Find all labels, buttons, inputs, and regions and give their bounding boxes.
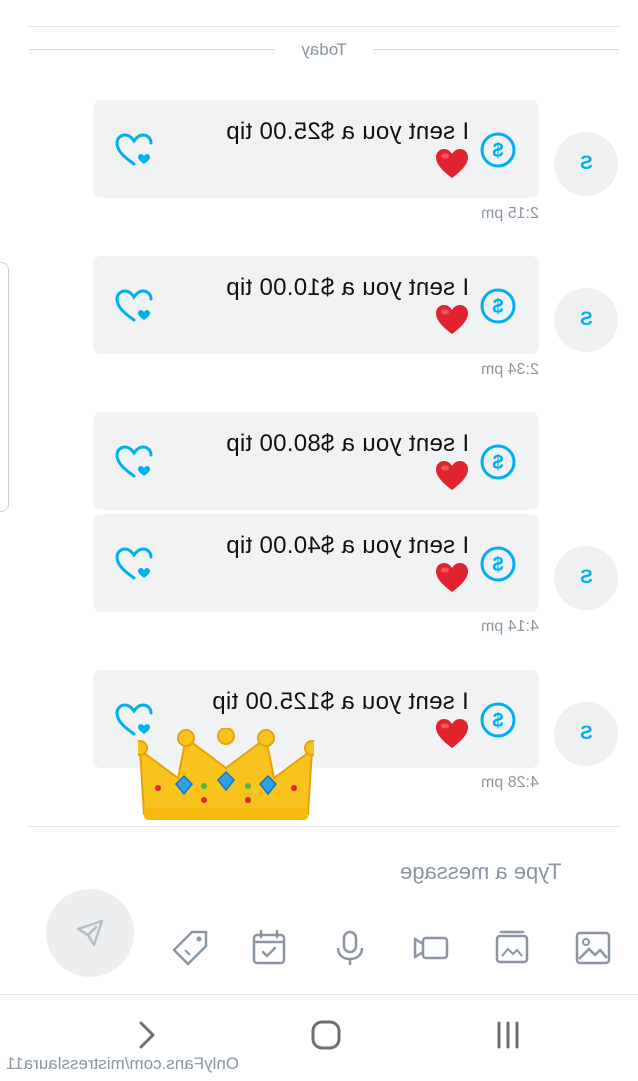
- message-text: I sent you a $25.00 tip: [225, 118, 469, 145]
- message-input[interactable]: [400, 854, 614, 890]
- message-bubble[interactable]: I sent you a $25.00 tip $: [93, 100, 539, 198]
- like-heart-icon[interactable]: [113, 442, 155, 482]
- message-text: I sent you a $125.00 tip: [212, 688, 469, 715]
- like-heart-icon[interactable]: [113, 544, 155, 584]
- divider-line: [372, 49, 620, 50]
- svg-text:$: $: [492, 452, 503, 474]
- microphone-icon: [336, 930, 364, 965]
- heart-emoji-icon: [436, 461, 468, 490]
- dollar-tip-icon: $: [480, 132, 516, 168]
- image-button[interactable]: [571, 926, 615, 970]
- message-bubble[interactable]: I sent you a $80.00 tip $: [93, 412, 539, 510]
- avatar-initial: S: [579, 723, 593, 744]
- heart-emoji-icon: [436, 305, 468, 334]
- recents-button[interactable]: [486, 1015, 530, 1055]
- edge-panel-handle[interactable]: [0, 262, 9, 512]
- svg-text:$: $: [492, 554, 503, 576]
- chevron-right-icon: [139, 1021, 155, 1049]
- image-icon: [575, 931, 611, 965]
- date-divider-label: Today: [301, 40, 347, 59]
- video-icon: [413, 936, 449, 960]
- heart-emoji-icon: [436, 719, 468, 748]
- price-tag-button[interactable]: [168, 926, 212, 970]
- avatar[interactable]: S: [554, 132, 618, 196]
- dollar-tip-icon: $: [480, 444, 516, 480]
- calendar-icon: [252, 929, 286, 965]
- message-timestamp: 2:34 pm: [481, 361, 539, 378]
- back-button[interactable]: [124, 1015, 168, 1055]
- avatar-initial: S: [579, 309, 593, 330]
- dollar-tip-icon: $: [480, 546, 516, 582]
- avatar[interactable]: S: [554, 288, 618, 352]
- svg-text:$: $: [492, 296, 503, 318]
- schedule-button[interactable]: [247, 926, 291, 970]
- dollar-tip-icon: $: [480, 288, 516, 324]
- message-text: I sent you a $10.00 tip: [225, 274, 469, 301]
- price-tag-icon: [172, 930, 208, 966]
- composer-divider: [28, 826, 620, 827]
- message-text: I sent you a $40.00 tip: [225, 532, 469, 559]
- crown-icon: [138, 728, 314, 820]
- video-button[interactable]: [409, 926, 453, 970]
- avatar-initial: S: [579, 153, 593, 174]
- like-heart-icon[interactable]: [113, 286, 155, 326]
- voice-button[interactable]: [328, 926, 372, 970]
- date-divider: Today: [28, 36, 620, 64]
- send-icon: [76, 919, 104, 947]
- heart-emoji-icon: [436, 149, 468, 178]
- recents-icon: [497, 1021, 519, 1049]
- home-square-icon: [311, 1020, 341, 1050]
- avatar-initial: S: [579, 567, 593, 588]
- chat-screen: Today I sent you a $25.00 tip $ 2:15 pm …: [0, 0, 638, 1081]
- watermark: OnlyFans.com/mistresslaura11: [6, 1054, 240, 1073]
- svg-text:$: $: [492, 710, 503, 732]
- dollar-tip-icon: $: [480, 702, 516, 738]
- vault-icon: [495, 930, 529, 964]
- message-text: I sent you a $80.00 tip: [225, 430, 469, 457]
- avatar[interactable]: S: [554, 702, 618, 766]
- heart-emoji-icon: [436, 563, 468, 592]
- svg-text:$: $: [492, 140, 503, 162]
- avatar[interactable]: S: [554, 546, 618, 610]
- message-timestamp: 4:14 pm: [481, 618, 539, 635]
- top-divider: [28, 26, 620, 27]
- message-timestamp: 4:28 pm: [481, 774, 539, 791]
- home-button[interactable]: [304, 1015, 348, 1055]
- message-bubble[interactable]: I sent you a $40.00 tip $: [93, 514, 539, 612]
- vault-button[interactable]: [490, 926, 534, 970]
- message-bubble[interactable]: I sent you a $10.00 tip $: [93, 256, 539, 354]
- send-button[interactable]: [46, 889, 134, 977]
- message-timestamp: 2:15 pm: [481, 205, 539, 222]
- like-heart-icon[interactable]: [113, 130, 155, 170]
